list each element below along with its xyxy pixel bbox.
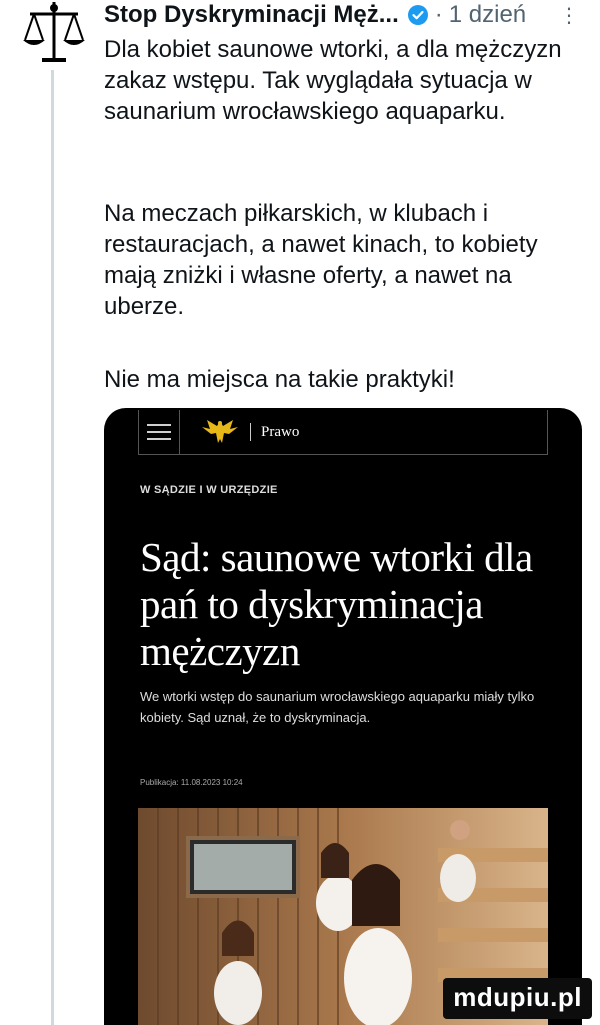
article-screenshot-card[interactable]: Prawo W SĄDZIE I W URZĘDZIE Sąd: saunowe…	[104, 408, 582, 1025]
tweet-header: Stop Dyskryminacji Męż... · 1 dzień ⋮	[104, 0, 600, 30]
tweet-paragraph-2: Na meczach piłkarskich, w klubach i rest…	[104, 200, 538, 320]
author-name[interactable]: Stop Dyskryminacji Męż...	[104, 1, 399, 29]
article-kicker: W SĄDZIE I W URZĘDZIE	[140, 484, 278, 496]
separator-dot: ·	[434, 1, 443, 28]
nav-separator	[250, 423, 251, 441]
thread-line	[51, 70, 54, 1025]
nav-divider	[179, 410, 180, 454]
article-headline: Sąd: saunowe wtorki dla pań to dyskrymin…	[140, 534, 533, 674]
nav-section-label[interactable]: Prawo	[261, 424, 299, 441]
verified-badge-icon	[407, 4, 429, 26]
more-icon[interactable]: ⋮	[559, 3, 580, 28]
article-lead: We wtorki wstęp do saunarium wrocławskie…	[140, 689, 535, 725]
watermark: mdupiu.pl	[443, 978, 592, 1019]
eagle-icon	[202, 420, 238, 443]
tweet-paragraph-1: Dla kobiet saunowe wtorki, a dla mężczyz…	[104, 36, 562, 125]
tweet-paragraph-3: Nie ma miejsca na takie praktyki!	[104, 366, 455, 393]
timestamp[interactable]: 1 dzień	[449, 1, 526, 29]
article-nav-bar: Prawo	[138, 410, 548, 455]
hamburger-icon[interactable]	[147, 420, 171, 444]
article-publication-date: Publikacja: 11.08.2023 10:24	[140, 778, 243, 787]
avatar[interactable]	[20, 0, 88, 68]
scales-of-justice-icon	[23, 2, 85, 62]
